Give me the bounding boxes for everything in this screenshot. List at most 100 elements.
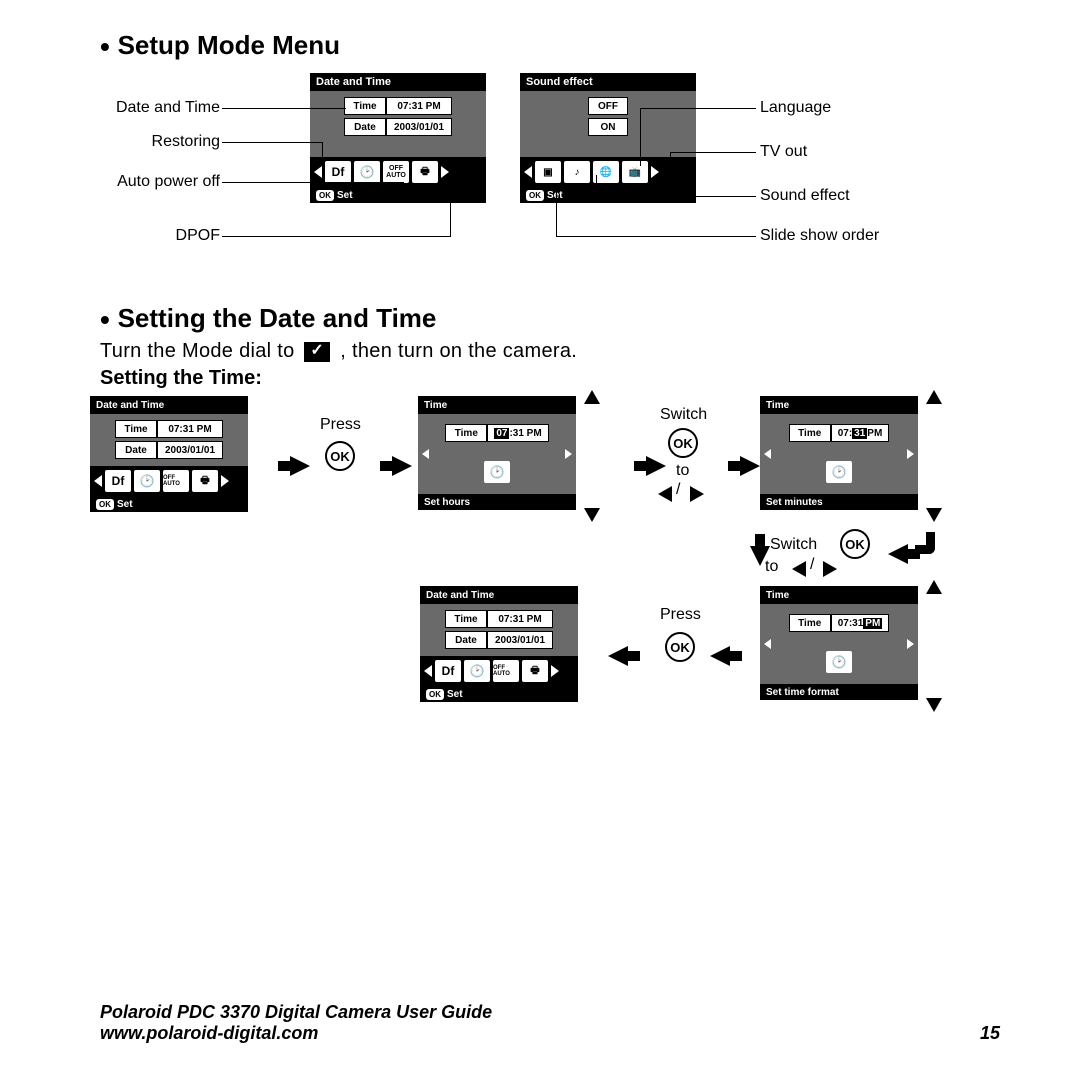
highlight-ampm: PM bbox=[863, 618, 882, 629]
time-label: Time bbox=[115, 420, 157, 438]
time-value: 07:31 PM bbox=[487, 610, 553, 628]
date-label: Date bbox=[445, 631, 487, 649]
right-arrow-icon bbox=[823, 561, 837, 577]
callout-line bbox=[670, 152, 671, 174]
lcd-body: Time 07:31 PM Date 2003/01/01 bbox=[420, 604, 578, 656]
lcd-footer: Set minutes bbox=[760, 494, 918, 510]
date-label: Date bbox=[344, 118, 386, 136]
time-label: Time bbox=[789, 424, 831, 442]
ok-button-icon: OK bbox=[325, 441, 355, 471]
lcd-body: Time 07:31 PM bbox=[418, 414, 576, 494]
lcd-step-format: Time Time 07:31 PM Set time format bbox=[760, 586, 918, 700]
time-value: 07:31 PM bbox=[487, 424, 548, 442]
time-value: 07:31 PM bbox=[386, 97, 452, 115]
nav-right-icon bbox=[221, 475, 229, 487]
lcd-step-final: Date and Time Time 07:31 PM Date 2003/01… bbox=[420, 586, 578, 702]
sound-icon: ♪ bbox=[564, 161, 590, 183]
ok-badge-icon: OK bbox=[426, 689, 444, 700]
lcd-body: Time 07:31 PM bbox=[760, 604, 918, 684]
ok-badge-icon: OK bbox=[316, 190, 334, 201]
callout-line bbox=[222, 108, 346, 109]
callout-line bbox=[596, 175, 597, 197]
footer-text: Set time format bbox=[766, 687, 839, 698]
print-icon: 🖶 bbox=[192, 470, 218, 492]
footer-text: Set bbox=[447, 689, 463, 700]
lcd-date-time: Date and Time Time 07:31 PM Date 2003/01… bbox=[310, 73, 486, 203]
down-arrow-icon bbox=[584, 508, 600, 522]
nav-right-icon bbox=[551, 665, 559, 677]
clock-icon bbox=[826, 651, 852, 673]
nav-right-icon bbox=[651, 166, 659, 178]
section-setup-mode: Setup Mode Menu Date and Time Time 07:31… bbox=[100, 30, 1000, 273]
slash: / bbox=[676, 481, 680, 499]
up-arrow-icon bbox=[926, 580, 942, 594]
press-label: Press bbox=[660, 606, 701, 624]
nav-left-icon bbox=[524, 166, 532, 178]
callout-line bbox=[670, 152, 756, 153]
df-icon: Df bbox=[435, 660, 461, 682]
lcd-footer: OK Set bbox=[310, 187, 486, 203]
tv-icon: 📺 bbox=[622, 161, 648, 183]
press-label: Press bbox=[320, 416, 361, 434]
clock-icon bbox=[464, 660, 490, 682]
callout-restoring: Restoring bbox=[100, 133, 220, 151]
lcd-sound-effect: Sound effect OFF ON ▣ ♪ 🌐 📺 OK Set bbox=[520, 73, 696, 203]
callout-line bbox=[640, 108, 641, 166]
time-value: 07:31 PM bbox=[831, 424, 890, 442]
arrow-left-icon bbox=[710, 646, 730, 666]
instr-pre: Turn the Mode dial to bbox=[100, 340, 300, 362]
clock-icon bbox=[826, 461, 852, 483]
up-arrow-icon bbox=[926, 390, 942, 404]
lcd-body: Time 07:31 PM Date 2003/01/01 bbox=[310, 91, 486, 157]
callout-line bbox=[222, 142, 322, 143]
lcd-step1: Date and Time Time 07:31 PM Date 2003/01… bbox=[90, 396, 248, 512]
slash: / bbox=[810, 556, 814, 574]
lcd-icon-row: Df OFF AUTO 🖶 bbox=[420, 656, 578, 686]
ok-badge-icon: OK bbox=[526, 190, 544, 201]
instr-post: , then turn on the camera. bbox=[340, 340, 577, 362]
lcd-footer: OK Set bbox=[520, 187, 696, 203]
offauto-icon: OFF AUTO bbox=[163, 470, 189, 492]
time-label: Time bbox=[789, 614, 831, 632]
footer-text: Set bbox=[547, 190, 563, 201]
lcd-title: Date and Time bbox=[420, 586, 578, 604]
left-arrow-icon bbox=[658, 486, 672, 502]
df-icon: Df bbox=[325, 161, 351, 183]
callout-line bbox=[222, 182, 404, 183]
lcd-step-hours: Time Time 07:31 PM Set hours bbox=[418, 396, 576, 510]
nav-right-icon bbox=[907, 639, 914, 649]
footer-title: Polaroid PDC 3370 Digital Camera User Gu… bbox=[100, 1002, 492, 1023]
arrow-right-icon bbox=[290, 456, 310, 476]
clock-icon bbox=[134, 470, 160, 492]
callout-sound: Sound effect bbox=[760, 187, 850, 205]
ok-badge-icon: OK bbox=[96, 499, 114, 510]
time-label: Time bbox=[445, 610, 487, 628]
callout-slide: Slide show order bbox=[760, 227, 879, 245]
callout-tvout: TV out bbox=[760, 143, 807, 161]
clock-icon bbox=[484, 461, 510, 483]
sound-on: ON bbox=[588, 118, 628, 136]
lcd-title: Date and Time bbox=[310, 73, 486, 91]
offauto-icon: OFF AUTO bbox=[493, 660, 519, 682]
lcd-title: Time bbox=[760, 396, 918, 414]
heading-setting-time: Setting the Time: bbox=[100, 367, 1000, 390]
lcd-footer: OK Set bbox=[90, 496, 248, 512]
right-arrow-icon bbox=[690, 486, 704, 502]
lcd-footer: Set hours bbox=[418, 494, 576, 510]
lcd-title: Time bbox=[760, 586, 918, 604]
arrow-left-icon bbox=[888, 544, 908, 564]
lcd-title: Sound effect bbox=[520, 73, 696, 91]
nav-right-icon bbox=[441, 166, 449, 178]
heading-setting: Setting the Date and Time bbox=[100, 303, 1000, 336]
time-label: Time bbox=[445, 424, 487, 442]
date-value: 2003/01/01 bbox=[386, 118, 452, 136]
switch-label: Switch bbox=[770, 536, 817, 554]
nav-left-icon bbox=[422, 449, 429, 459]
callout-line bbox=[556, 236, 756, 237]
switch-label: Switch bbox=[660, 406, 707, 424]
lcd-footer: OK Set bbox=[420, 686, 578, 702]
nav-left-icon bbox=[314, 166, 322, 178]
footer-text: Set minutes bbox=[766, 497, 823, 508]
time-value: 07:31 PM bbox=[157, 420, 223, 438]
page-footer: Polaroid PDC 3370 Digital Camera User Gu… bbox=[100, 1002, 1000, 1044]
